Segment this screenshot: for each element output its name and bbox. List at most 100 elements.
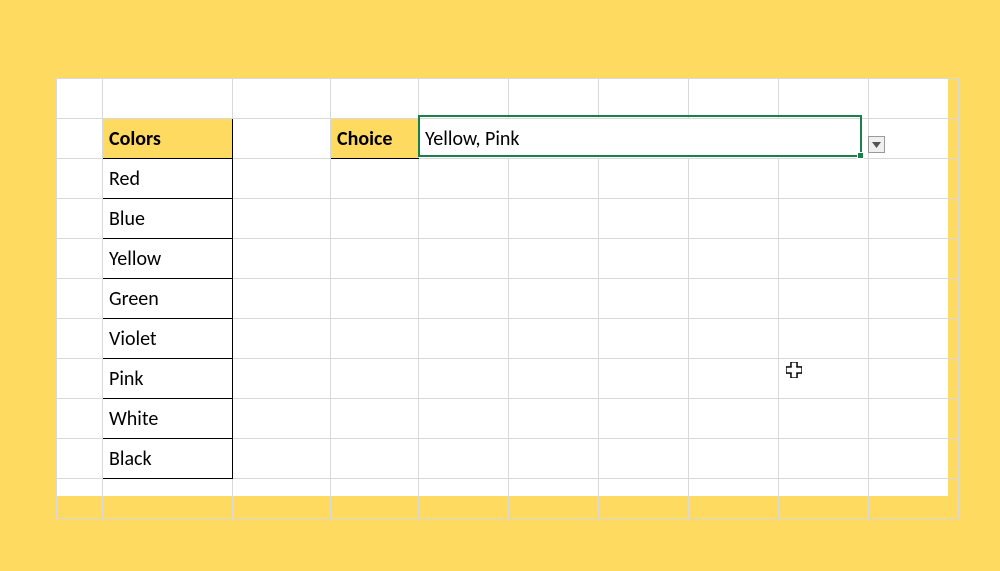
cell[interactable] (57, 439, 103, 479)
cell[interactable] (689, 359, 779, 399)
cell[interactable] (779, 319, 869, 359)
cell[interactable] (779, 399, 869, 439)
cell[interactable] (689, 479, 779, 519)
cell[interactable] (509, 319, 599, 359)
cell[interactable] (869, 239, 959, 279)
cell[interactable] (599, 279, 689, 319)
cell[interactable] (419, 239, 509, 279)
spreadsheet-area[interactable]: Colors Choice Yellow, Pink Red Blue (56, 78, 948, 496)
cell[interactable] (57, 79, 103, 119)
cell[interactable] (419, 439, 509, 479)
list-item[interactable]: White (103, 399, 233, 439)
cell[interactable] (689, 399, 779, 439)
cell[interactable] (509, 359, 599, 399)
cell[interactable] (779, 439, 869, 479)
cell[interactable] (103, 479, 233, 519)
cell[interactable] (869, 79, 959, 119)
cell[interactable] (419, 399, 509, 439)
cell[interactable] (233, 79, 331, 119)
cell[interactable] (869, 439, 959, 479)
cell[interactable] (869, 359, 959, 399)
cell[interactable] (599, 479, 689, 519)
cell[interactable] (779, 279, 869, 319)
choice-header-cell[interactable]: Choice (331, 119, 419, 159)
cell[interactable] (331, 239, 419, 279)
cell[interactable] (599, 239, 689, 279)
cell[interactable] (57, 359, 103, 399)
cell[interactable] (599, 359, 689, 399)
list-item[interactable]: Yellow (103, 239, 233, 279)
cell[interactable] (57, 319, 103, 359)
cell[interactable] (509, 79, 599, 119)
cell[interactable] (57, 119, 103, 159)
cell[interactable] (869, 399, 959, 439)
cell[interactable] (689, 159, 779, 199)
cell[interactable] (599, 159, 689, 199)
list-item[interactable]: Red (103, 159, 233, 199)
cell[interactable] (419, 359, 509, 399)
cell[interactable] (509, 439, 599, 479)
list-item[interactable]: Black (103, 439, 233, 479)
cell[interactable] (869, 279, 959, 319)
cell[interactable] (331, 279, 419, 319)
cell[interactable] (599, 399, 689, 439)
cell[interactable] (57, 199, 103, 239)
cell[interactable] (331, 159, 419, 199)
choice-value-cell[interactable]: Yellow, Pink (419, 119, 869, 159)
cell[interactable] (779, 479, 869, 519)
cell[interactable] (599, 199, 689, 239)
list-item[interactable]: Blue (103, 199, 233, 239)
cell[interactable] (869, 479, 959, 519)
list-item[interactable]: Pink (103, 359, 233, 399)
cell[interactable] (509, 279, 599, 319)
cell[interactable] (331, 479, 419, 519)
cell[interactable] (233, 159, 331, 199)
cell[interactable] (331, 359, 419, 399)
cell[interactable] (57, 159, 103, 199)
cell[interactable] (233, 319, 331, 359)
cell[interactable] (779, 199, 869, 239)
cell[interactable] (779, 159, 869, 199)
cell[interactable] (233, 399, 331, 439)
cell[interactable] (233, 439, 331, 479)
cell[interactable] (233, 279, 331, 319)
cell[interactable] (331, 199, 419, 239)
cell[interactable] (331, 79, 419, 119)
cell[interactable] (57, 239, 103, 279)
cell[interactable] (869, 199, 959, 239)
cell[interactable] (233, 199, 331, 239)
cell[interactable] (509, 399, 599, 439)
cell[interactable] (509, 159, 599, 199)
cell[interactable] (509, 479, 599, 519)
list-item[interactable]: Violet (103, 319, 233, 359)
cell[interactable] (331, 439, 419, 479)
data-validation-dropdown-button[interactable] (868, 136, 885, 153)
colors-header-cell[interactable]: Colors (103, 119, 233, 159)
grid[interactable]: Colors Choice Yellow, Pink Red Blue (56, 78, 959, 519)
cell[interactable] (233, 119, 331, 159)
cell[interactable] (419, 479, 509, 519)
cell[interactable] (57, 399, 103, 439)
cell[interactable] (779, 239, 869, 279)
cell[interactable] (233, 359, 331, 399)
cell[interactable] (689, 239, 779, 279)
cell[interactable] (779, 79, 869, 119)
cell[interactable] (331, 319, 419, 359)
cell[interactable] (869, 159, 959, 199)
cell[interactable] (57, 279, 103, 319)
cell[interactable] (233, 479, 331, 519)
cell[interactable] (419, 279, 509, 319)
cell[interactable] (689, 199, 779, 239)
cell[interactable] (599, 79, 689, 119)
list-item[interactable]: Green (103, 279, 233, 319)
cell[interactable] (419, 79, 509, 119)
cell[interactable] (869, 319, 959, 359)
cell[interactable] (599, 439, 689, 479)
cell[interactable] (689, 319, 779, 359)
cell[interactable] (233, 239, 331, 279)
cell[interactable] (419, 319, 509, 359)
cell[interactable] (103, 79, 233, 119)
cell[interactable] (599, 319, 689, 359)
cell[interactable] (689, 439, 779, 479)
cell[interactable] (419, 159, 509, 199)
